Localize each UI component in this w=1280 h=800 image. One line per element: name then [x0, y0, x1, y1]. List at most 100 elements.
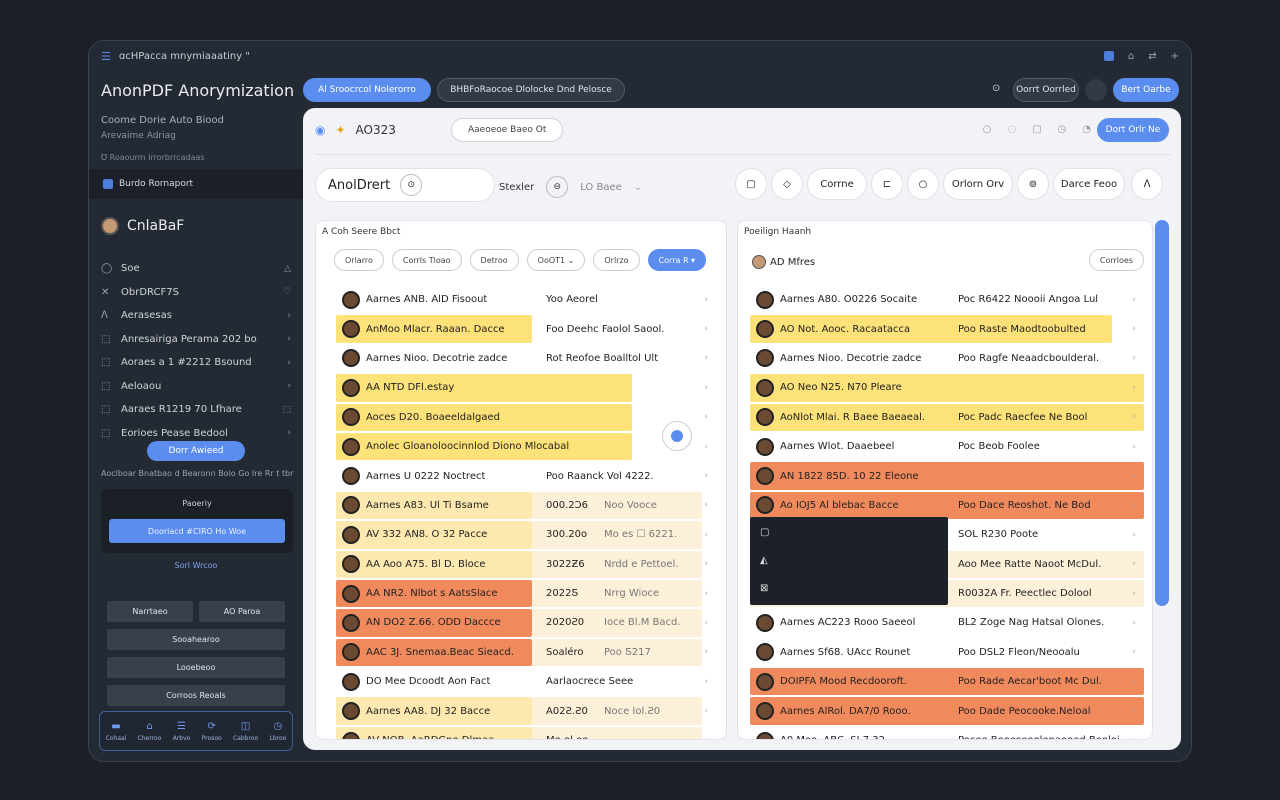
bottom-nav-item[interactable]: ▬ Cohaal	[106, 721, 127, 742]
tool-button[interactable]: Corrne	[807, 168, 867, 200]
user-profile[interactable]: CnlaBaF	[101, 217, 184, 235]
menu-icon[interactable]: ☰	[101, 50, 111, 63]
settings-icon[interactable]: ⌂	[1128, 51, 1134, 62]
sidebar-primary-button[interactable]: Dorr Awieed	[147, 441, 245, 461]
chevron-right-icon[interactable]: ›	[704, 706, 708, 716]
sidebar-item[interactable]: ⬚ Aaraes R1219 70 Lfhare ⬚	[101, 398, 291, 422]
bottom-nav-item[interactable]: ◷ Lbroo	[270, 721, 287, 742]
chevron-right-icon[interactable]: ›	[704, 559, 708, 569]
chevron-right-icon[interactable]: ›	[1132, 500, 1136, 510]
tool-label-2[interactable]: LO Baee	[580, 182, 622, 193]
list-item[interactable]: AO Not. Aooc. Racaatacca Poo Raste Maodto…	[750, 314, 1144, 343]
sidebar-item[interactable]: ⬚ Aeloaou ›	[101, 375, 291, 399]
export-icon[interactable]: ⊏	[871, 168, 903, 200]
list-item[interactable]: AA Aoo A75. Bl D. Bloce 3022Ƶ6 Nrdd e Pett…	[336, 550, 716, 579]
list-item[interactable]: AnMoo Mlacr. Raaan. Dacce Foo Deehc Faolo…	[336, 314, 716, 343]
info-icon[interactable]: ◌	[1007, 124, 1016, 135]
chevron-right-icon[interactable]: ›	[704, 442, 708, 452]
list-item[interactable]: AoNlot Mlai. R Baee Baeaeal. Poc Padc Rae…	[750, 403, 1144, 432]
list-item[interactable]: Aarnes Sf68. UAcc Rounet Poo DSL2 Fleon/N…	[750, 638, 1144, 667]
list-item[interactable]: AAC 3J. Snemaa.Beac Sieacd. Soaléro Poo Ƽ2…	[336, 638, 716, 667]
chevron-right-icon[interactable]: ›	[1132, 677, 1136, 687]
grid-icon[interactable]	[1103, 50, 1114, 61]
list-item[interactable]: DO Mee Dcoodt Aon Fact Aarlaocrece Seee ›	[336, 667, 716, 696]
sidebar-link[interactable]: Sorl Wrcoo	[89, 561, 303, 570]
chat-icon[interactable]: ▢	[1032, 124, 1041, 135]
grid-button[interactable]: Sooahearoo	[107, 629, 285, 650]
bottom-nav-item[interactable]: ☰ Arbvo	[173, 721, 191, 742]
chevron-right-icon[interactable]: ›	[1132, 324, 1136, 334]
sidebar-item[interactable]: ✕ ObrDRCF7S ♡	[101, 281, 291, 305]
grid-button[interactable]: Looebeoo	[107, 657, 285, 678]
list-item[interactable]: AA NTD DFl.estay ›	[336, 373, 716, 402]
chevron-right-icon[interactable]: ›	[1132, 442, 1136, 452]
sidebar-item[interactable]: ⬚ Aoraes a 1 #2212 Bsound ›	[101, 351, 291, 375]
history-icon[interactable]: ◔	[1082, 124, 1091, 135]
circle-icon[interactable]: ○	[983, 124, 992, 135]
tab-primary[interactable]: Al Sroocrcol Nolerorro	[303, 78, 431, 102]
chevron-right-icon[interactable]: ›	[704, 647, 708, 657]
chevron-right-icon[interactable]: ›	[704, 471, 708, 481]
plus-icon[interactable]: +	[1171, 51, 1179, 62]
list-item[interactable]: AV NOB. AaRDGno Dlmaa Mo el oe ›	[336, 726, 716, 739]
list-item[interactable]: AN 1822 85D. 10 22 Eleone ›	[750, 461, 1144, 490]
chevron-right-icon[interactable]: ›	[704, 736, 708, 739]
list-item[interactable]: Aarnes ANB. AlD Fisoout Yoo Aeorel ›	[336, 285, 716, 314]
filter-tag[interactable]: Orlarro	[334, 249, 384, 271]
chevron-right-icon[interactable]: ›	[704, 383, 708, 393]
filter-tag[interactable]: Orlrzo	[593, 249, 640, 271]
sidebar-item[interactable]: ⬚ Anresairiga Perama 202 bo ›	[101, 328, 291, 352]
filter-tag-active[interactable]: Corra R ▾	[647, 249, 707, 271]
list-item[interactable]: Aarnes A83. Ul Ti Bsame 000.2Ɔ6 Noo Vooce ›	[336, 491, 716, 520]
chevron-right-icon[interactable]: ›	[1132, 471, 1136, 481]
tool-button[interactable]: Darce Feoo	[1053, 168, 1125, 200]
grid-button[interactable]: Narrtaeo	[107, 601, 193, 622]
chevron-right-icon[interactable]: ›	[1132, 706, 1136, 716]
list-item[interactable]: Aarnes Nioo. Decotrie zadce Poo Ragfe Nea…	[750, 344, 1144, 373]
filter-tag[interactable]: OoOT1 ⌄	[526, 249, 586, 271]
list-item[interactable]: AV 332 AN8. O 32 Pacce 300.20o Mo es ☐ 622…	[336, 520, 716, 549]
grid-button[interactable]: Corroos Reoals	[107, 685, 285, 706]
bottom-nav-item[interactable]: ◫ Cabbroo	[233, 721, 258, 742]
filter-tag[interactable]: Detroo	[469, 249, 519, 271]
list-item[interactable]: A0 Moo. ABC. SI 7.32 Pocee Booeseoolenaoo…	[750, 726, 1144, 739]
sidebar-selected-item[interactable]: Burdo Rornaport	[89, 169, 303, 199]
list-item[interactable]: Aarnes AC223 Rooo Saeeol BL2 Zoge Nag Hat…	[750, 608, 1144, 637]
chevron-right-icon[interactable]: ›	[1132, 353, 1136, 363]
lock-icon[interactable]: ⊚	[1017, 168, 1049, 200]
info-icon[interactable]: ⊙	[992, 83, 1000, 94]
chevron-right-icon[interactable]: ›	[704, 412, 708, 422]
sidebar-item[interactable]: ᐱ Aerasesas ›	[101, 304, 291, 328]
chevron-right-icon[interactable]: ›	[704, 530, 708, 540]
profile-circle[interactable]	[1085, 79, 1107, 101]
record-button[interactable]	[662, 421, 692, 451]
tab-secondary[interactable]: BHBFoRaocoe Dlolocke Dnd Pelosce	[437, 78, 625, 102]
list-item[interactable]: Ao IOJ5 Al blebac Bacce Poo Dace Reoshot.…	[750, 491, 1144, 520]
list-item[interactable]: AN DO2 Z.66. ODD Daccce 2020Ƨ0 Ioce Bl.M B…	[336, 608, 716, 637]
header-primary-button[interactable]: Dort Orlr Ne	[1097, 118, 1169, 142]
chevron-right-icon[interactable]: ›	[704, 324, 708, 334]
grid-button[interactable]: AO Paroa	[199, 601, 285, 622]
list-item[interactable]: Aarnes AA8. DJ 32 Bacce A02Ƨ.Ƨ0 Noce Iol.Ƨ…	[336, 696, 716, 725]
close-box-icon[interactable]: ⊠	[760, 583, 768, 594]
action-box-button[interactable]: Dooriacd #CIRO Ho Woe	[109, 519, 285, 543]
chevron-right-icon[interactable]: ›	[1132, 559, 1136, 569]
list-item[interactable]: Aarnes AlRol. DA7/0 Rooo. Poo Dade Peocoo…	[750, 696, 1144, 725]
clock-icon[interactable]: ◷	[1058, 124, 1067, 135]
chevron-right-icon[interactable]: ›	[1132, 383, 1136, 393]
eye-icon[interactable]: ◇	[771, 168, 803, 200]
list-item[interactable]: Aarnes U 0222 Noctrect Poo Raanck Vol 422…	[336, 461, 716, 490]
list-item[interactable]: AO Neo N25. N70 Pleare ›	[750, 373, 1144, 402]
chevron-right-icon[interactable]: ›	[704, 295, 708, 305]
chevron-right-icon[interactable]: ›	[704, 589, 708, 599]
chevron-right-icon[interactable]: ›	[1132, 530, 1136, 540]
image-icon[interactable]: ◭	[760, 555, 768, 566]
chevron-right-icon[interactable]: ›	[704, 353, 708, 363]
layer-icon[interactable]: ▢	[760, 527, 769, 538]
chevron-right-icon[interactable]: ›	[1132, 589, 1136, 599]
list-item[interactable]: Aarnes A80. O0226 Socaite Poc R6422 Noooi…	[750, 285, 1144, 314]
chevron-right-icon[interactable]: ›	[1132, 736, 1136, 739]
chevron-right-icon[interactable]: ›	[1132, 618, 1136, 628]
chevron-right-icon[interactable]: ›	[1132, 412, 1136, 422]
document-selector[interactable]: AnolDrert ⊙	[315, 168, 495, 202]
